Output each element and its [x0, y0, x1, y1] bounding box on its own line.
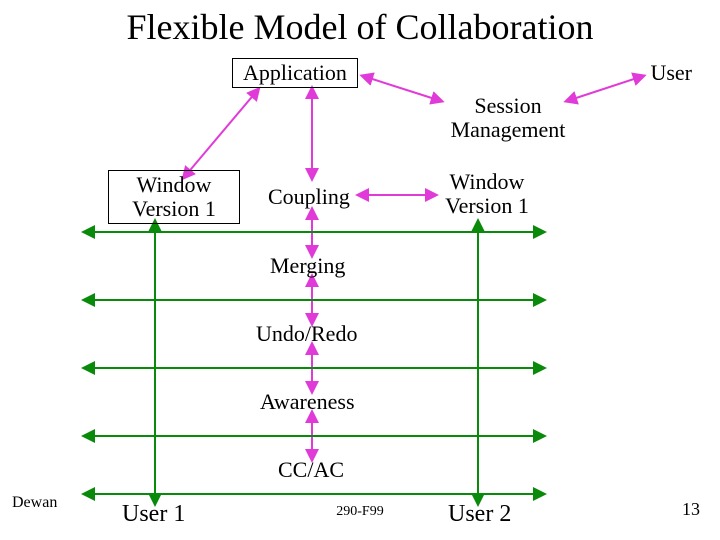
coupling-label: Coupling	[268, 185, 350, 209]
undo-redo-label: Undo/Redo	[256, 322, 357, 346]
window-version-right-label: Window Version 1	[432, 170, 542, 218]
application-box: Application	[232, 58, 358, 88]
merging-label: Merging	[270, 254, 345, 278]
ccac-label: CC/AC	[278, 458, 344, 482]
user-label-top: User	[650, 60, 692, 86]
footer-page: 13	[682, 499, 700, 520]
arrow-layer	[0, 0, 720, 540]
slide-title: Flexible Model of Collaboration	[0, 6, 720, 48]
window-version-left-box: Window Version 1	[108, 170, 240, 224]
slide: { "title": "Flexible Model of Collaborat…	[0, 0, 720, 540]
session-management-label: Session Management	[438, 94, 578, 142]
awareness-label: Awareness	[260, 390, 355, 414]
footer-course: 290-F99	[0, 504, 720, 520]
